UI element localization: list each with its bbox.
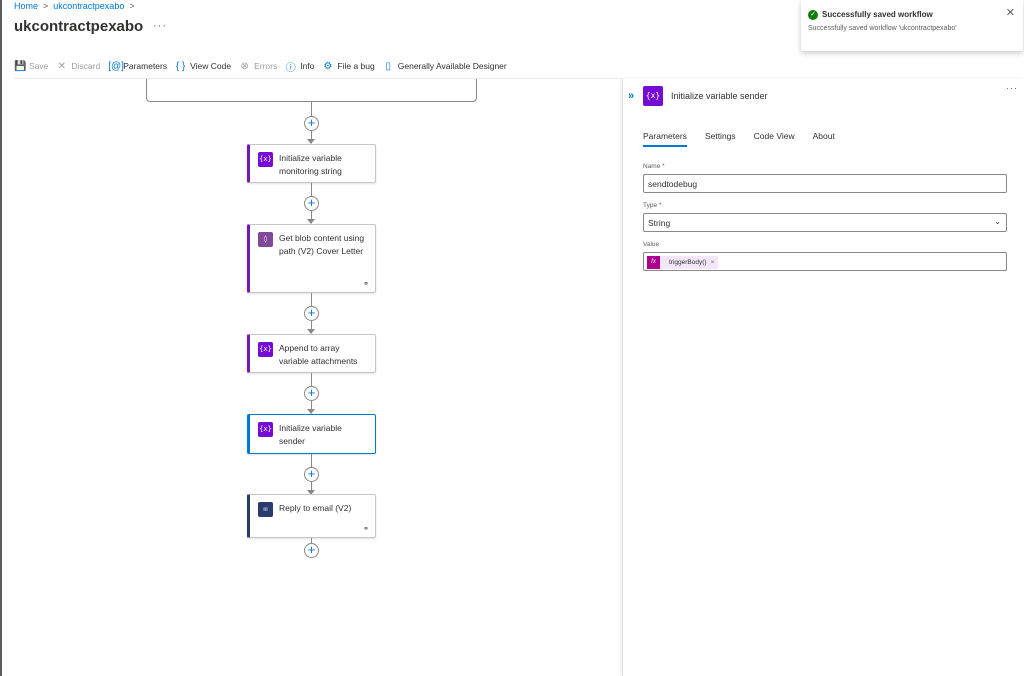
add-step-button[interactable]: +: [304, 196, 319, 211]
ga-designer-button[interactable]: ▯ Generally Available Designer: [383, 60, 507, 72]
function-icon: fx: [647, 256, 660, 269]
code-braces-icon: { }: [175, 60, 186, 72]
blob-storage-icon: ◊: [258, 232, 273, 247]
outlook-mail-icon: ✉: [258, 502, 273, 517]
workflow-step-card[interactable]: ◊ Get blob content using path (V2) Cover…: [247, 224, 376, 293]
info-label: Info: [300, 61, 315, 71]
breadcrumb-resource[interactable]: ukcontractpexabo: [53, 1, 124, 11]
previous-step-card[interactable]: [146, 79, 477, 102]
designer-toolbar: 💾 Save ✕ Discard [@] Parameters { } View…: [14, 58, 515, 74]
close-icon[interactable]: ✕: [1006, 6, 1015, 19]
workflow-step-card[interactable]: ✉ Reply to email (V2) ⚭: [247, 494, 376, 538]
workflow-canvas[interactable]: + {x} Initialize variable monitoring str…: [0, 79, 622, 676]
check-circle-icon: ✓: [808, 10, 818, 20]
bug-icon: ⚙: [323, 60, 333, 72]
link-icon: ⚭: [363, 526, 369, 533]
bookmark-icon: ▯: [385, 60, 391, 72]
type-dropdown[interactable]: String ⌄: [643, 213, 1007, 232]
chevron-down-icon: ⌄: [994, 217, 1001, 226]
step-title: Reply to email (V2): [279, 503, 352, 513]
name-field-value: sendtodebug: [648, 179, 698, 189]
expression-token[interactable]: fx triggerBody() ×: [647, 256, 719, 269]
toast-title: Successfully saved workflow: [822, 10, 933, 19]
step-title: Initialize variable monitoring string: [279, 153, 342, 176]
error-circle-icon: ⊗: [240, 60, 249, 72]
info-button[interactable]: ⓘ Info: [285, 59, 315, 74]
parameters-label: Parameters: [123, 61, 168, 71]
collapse-panel-icon[interactable]: »: [628, 90, 640, 102]
name-label: Name *: [643, 163, 665, 170]
page-more-button[interactable]: ···: [153, 20, 167, 32]
success-toast: ✓ Successfully saved workflow Successful…: [801, 0, 1023, 51]
add-step-button[interactable]: +: [304, 306, 319, 321]
page-title: ukcontractpexabo: [14, 18, 144, 35]
breadcrumb-separator: >: [129, 1, 135, 11]
add-step-button[interactable]: +: [304, 386, 319, 401]
errors-button[interactable]: ⊗ Errors: [239, 61, 277, 72]
add-step-button[interactable]: +: [304, 116, 319, 131]
view-code-button[interactable]: { } View Code: [175, 61, 231, 72]
tab-parameters[interactable]: Parameters: [643, 131, 687, 147]
info-icon: ⓘ: [285, 62, 296, 74]
breadcrumb-home[interactable]: Home: [14, 1, 38, 11]
file-bug-button[interactable]: ⚙ File a bug: [322, 61, 374, 72]
panel-title[interactable]: Initialize variable sender: [671, 91, 768, 101]
variable-icon: {x}: [643, 86, 663, 106]
variable-icon: {x}: [258, 152, 273, 167]
connector-line: [311, 102, 312, 116]
discard-icon: ✕: [57, 60, 67, 72]
save-label: Save: [29, 61, 49, 71]
tab-settings[interactable]: Settings: [705, 131, 736, 147]
variable-icon: {x}: [258, 422, 273, 437]
errors-label: Errors: [254, 61, 278, 71]
parameters-icon: [@]: [108, 60, 124, 72]
action-details-panel: » {x} Initialize variable sender ··· Par…: [622, 79, 1024, 676]
type-label: Type *: [643, 202, 662, 209]
panel-more-button[interactable]: ···: [1006, 83, 1018, 93]
workflow-step-card[interactable]: {x} Initialize variable monitoring strin…: [247, 144, 376, 183]
parameters-button[interactable]: [@] Parameters: [108, 61, 167, 72]
step-title: Initialize variable sender: [279, 423, 342, 446]
save-icon: 💾: [14, 60, 27, 72]
discard-label: Discard: [71, 61, 101, 71]
variable-icon: {x}: [258, 342, 273, 357]
file-bug-label: File a bug: [337, 61, 375, 71]
tab-code-view[interactable]: Code View: [754, 131, 795, 147]
discard-button[interactable]: ✕ Discard: [56, 60, 101, 72]
panel-tabs: Parameters Settings Code View About: [643, 131, 835, 147]
value-label: Value: [643, 241, 660, 248]
view-code-label: View Code: [190, 61, 232, 71]
add-step-button[interactable]: +: [304, 467, 319, 482]
save-button[interactable]: 💾 Save: [14, 61, 48, 72]
token-remove-icon[interactable]: ×: [711, 259, 719, 266]
step-title: Append to array variable attachments: [279, 343, 358, 366]
toast-message: Successfully saved workflow 'ukcontractp…: [808, 25, 957, 32]
breadcrumb-separator: >: [43, 1, 49, 11]
link-icon: ⚭: [363, 281, 369, 288]
step-title: Get blob content using path (V2) Cover L…: [279, 233, 365, 256]
tab-about[interactable]: About: [813, 131, 835, 147]
workflow-step-card[interactable]: {x} Append to array variable attachments: [247, 334, 376, 373]
value-field[interactable]: fx triggerBody() ×: [643, 252, 1007, 271]
name-field[interactable]: sendtodebug: [643, 174, 1007, 193]
token-label: triggerBody(): [669, 259, 707, 266]
add-step-button[interactable]: +: [304, 543, 319, 558]
ga-designer-label: Generally Available Designer: [397, 61, 507, 71]
workflow-step-card-selected[interactable]: {x} Initialize variable sender: [247, 414, 376, 454]
type-selected-value: String: [648, 218, 671, 228]
breadcrumb: Home > ukcontractpexabo >: [14, 1, 135, 11]
